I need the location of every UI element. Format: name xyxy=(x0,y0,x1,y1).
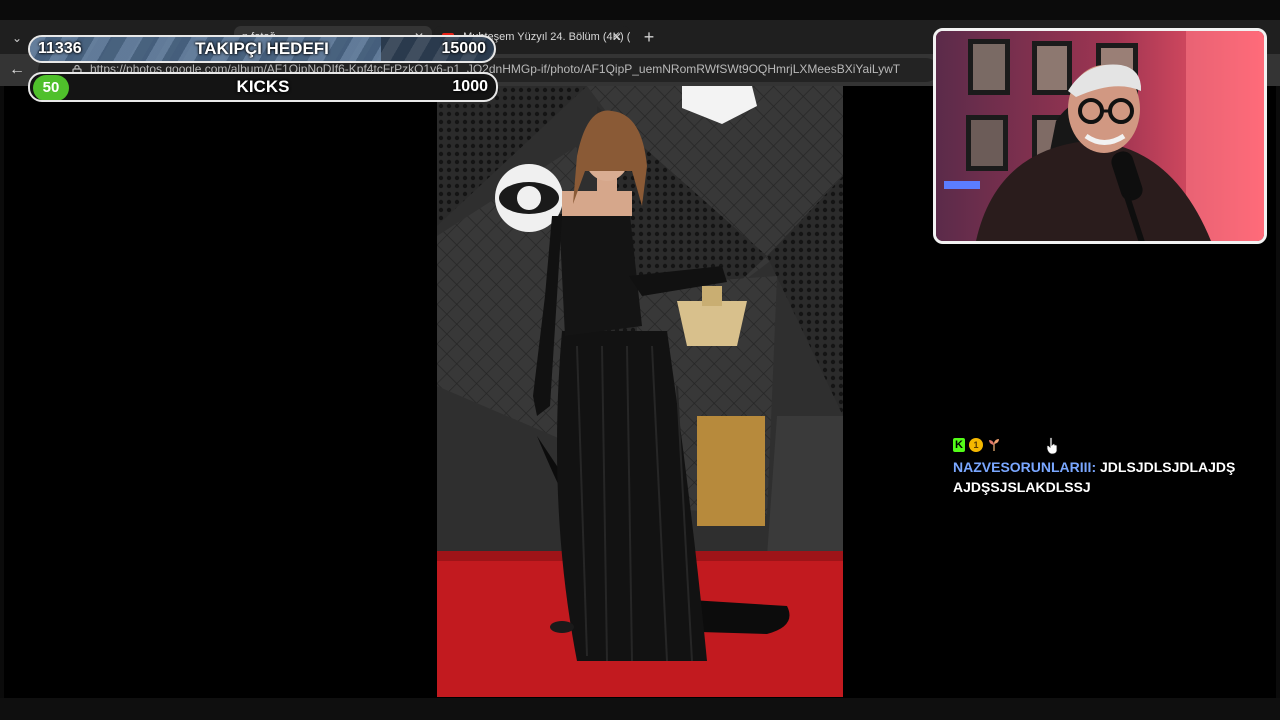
kicks-goal-title: KICKS xyxy=(236,77,290,96)
follower-goal-bar: 11336 TAKIPÇI HEDEFI 15000 xyxy=(28,35,496,63)
close-tab-icon[interactable]: ✕ xyxy=(612,26,622,48)
follower-goal-target: 15000 xyxy=(441,40,487,57)
webcam-overlay xyxy=(933,28,1267,244)
chat-badges: K 1 xyxy=(953,436,1258,454)
back-arrow-icon[interactable]: ← xyxy=(6,58,28,82)
sprout-icon xyxy=(989,439,999,451)
taskbar-strip xyxy=(0,698,1280,720)
tab-search-chevron-icon[interactable]: ⌄ xyxy=(6,28,28,48)
screen: ⌄ n fotoğ ✕ Muhteşem Yüzyıl 24. Bölüm (4… xyxy=(0,0,1280,720)
kick-badge-icon: K xyxy=(953,438,965,452)
chat-message: K 1 NAZVESORUNLARIII: JDLSJDLSJDLAJDŞ AJ… xyxy=(953,436,1258,497)
follower-goal-title: TAKIPÇI HEDEFI xyxy=(195,39,329,58)
chat-username[interactable]: NAZVESORUNLARIII: xyxy=(953,459,1096,475)
chat-line: NAZVESORUNLARIII: JDLSJDLSJDLAJDŞ AJDŞSJ… xyxy=(953,457,1258,497)
kicks-goal-bar: 50 KICKS 1000 xyxy=(28,72,498,102)
kicks-goal-target: 1000 xyxy=(452,78,488,95)
photo-illustration xyxy=(437,86,843,697)
hand-cursor-icon xyxy=(1046,437,1058,455)
streamer-webcam-image xyxy=(936,31,1264,241)
red-carpet-photo[interactable] xyxy=(437,86,843,697)
new-tab-button[interactable]: + xyxy=(638,26,660,48)
subscriber-coin-icon: 1 xyxy=(969,438,983,452)
